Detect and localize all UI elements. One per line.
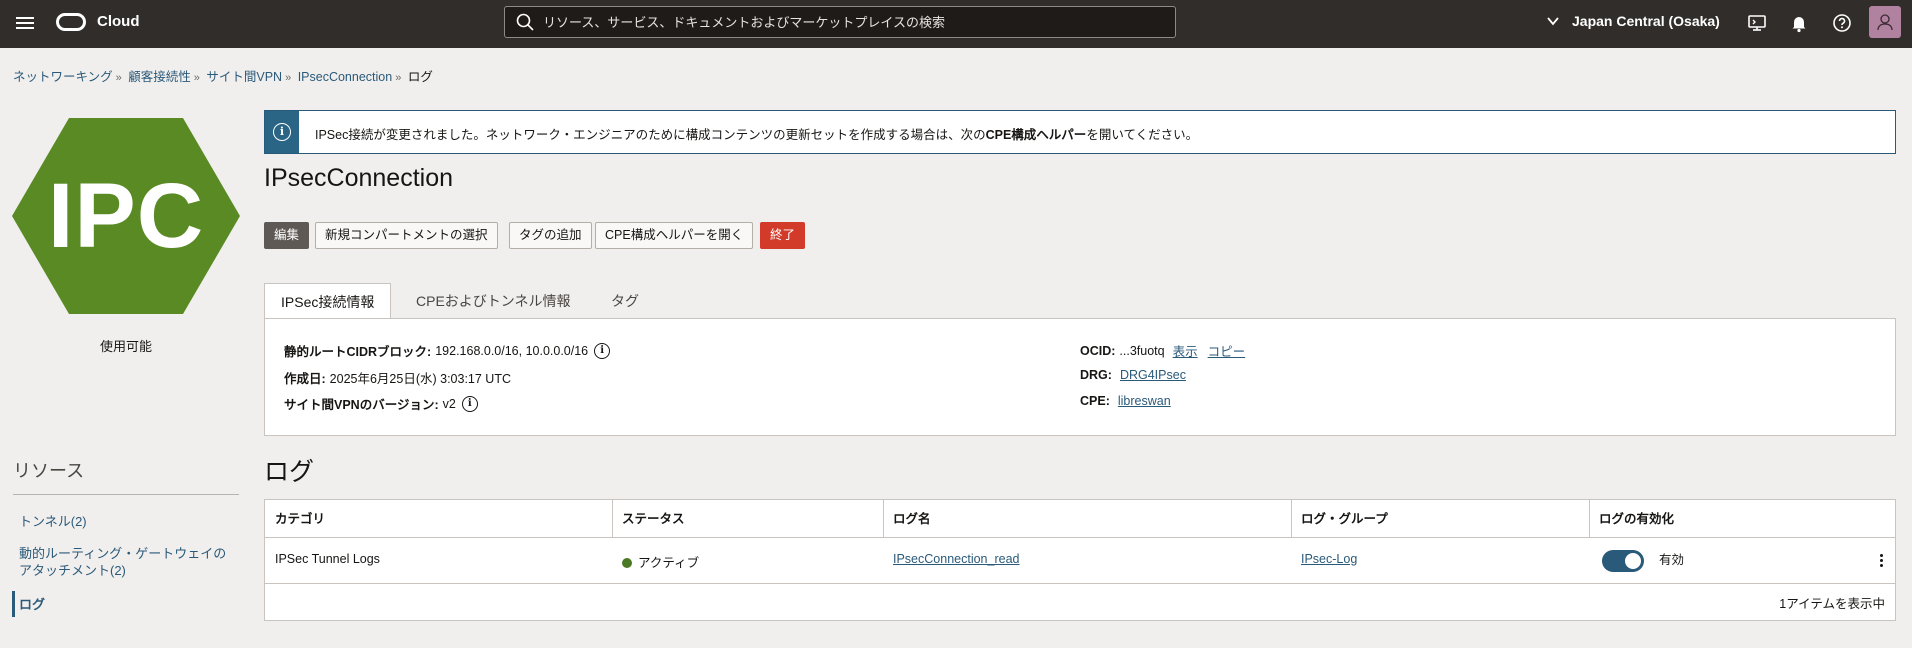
search-icon: [516, 13, 534, 31]
move-compartment-button[interactable]: 新規コンパートメントの選択: [315, 222, 498, 249]
log-name-link[interactable]: IPsecConnection_read: [893, 552, 1019, 566]
toggle-label: 有効: [1659, 553, 1685, 567]
cloud-shell-icon[interactable]: [1747, 13, 1767, 33]
logs-table: カテゴリ ステータス ログ名 ログ・グループ ログの有効化 IPSec Tunn…: [264, 499, 1896, 621]
user-avatar[interactable]: [1869, 6, 1901, 38]
bell-icon[interactable]: [1789, 13, 1809, 33]
add-tags-button[interactable]: タグの追加: [509, 222, 592, 249]
banner-cpe-helper-link[interactable]: CPE構成ヘルパー: [986, 128, 1087, 142]
cpe-label: CPE:: [1080, 394, 1110, 408]
logs-heading: ログ: [264, 458, 315, 486]
static-routes-row: 静的ルートCIDRブロック: 192.168.0.0/16, 10.0.0.0/…: [284, 341, 611, 360]
banner-message: IPSec接続が変更されました。ネットワーク・エンジニアのために構成コンテンツの…: [315, 124, 1198, 143]
toggle-knob: [1625, 553, 1641, 569]
vpn-version-label: サイト間VPNのバージョン:: [284, 398, 439, 412]
ocid-value: ...3fuotq: [1119, 343, 1165, 358]
region-label: Japan Central (Osaka): [1572, 13, 1720, 29]
hamburger-icon[interactable]: [16, 14, 34, 30]
tab-tags[interactable]: タグ: [611, 283, 639, 319]
column-header-status[interactable]: ステータス: [612, 500, 685, 538]
region-selector[interactable]: Japan Central (Osaka): [1546, 13, 1720, 29]
resource-link-logs[interactable]: ログ: [19, 596, 45, 613]
cpe-link[interactable]: libreswan: [1118, 394, 1171, 408]
static-routes-label: 静的ルートCIDRブロック:: [284, 345, 432, 359]
chevron-down-icon: [1547, 17, 1559, 26]
breadcrumb-current: ログ: [407, 70, 433, 84]
log-group-link[interactable]: IPsec-Log: [1301, 552, 1357, 566]
cell-log-group: IPsec-Log: [1301, 552, 1357, 566]
enable-log-toggle[interactable]: [1602, 550, 1644, 572]
cell-status: アクティブ: [622, 552, 699, 571]
cell-log-name: IPsecConnection_read: [893, 552, 1019, 566]
active-indicator: [12, 591, 15, 617]
page-title: IPsecConnection: [264, 164, 454, 192]
breadcrumb-customer-connectivity[interactable]: 顧客接続性: [128, 70, 191, 84]
details-panel: 静的ルートCIDRブロック: 192.168.0.0/16, 10.0.0.0/…: [264, 318, 1896, 436]
breadcrumb: ネットワーキング» 顧客接続性» サイト間VPN» IPsecConnectio…: [13, 70, 433, 84]
resource-link-tunnels[interactable]: トンネル(2): [19, 513, 87, 530]
resources-heading: リソース: [13, 461, 85, 481]
banner-text: IPSec接続が変更されました。ネットワーク・エンジニアのために構成コンテンツの…: [315, 128, 986, 142]
created-row: 作成日: 2025年6月25日(水) 3:03:17 UTC: [284, 368, 511, 387]
ocid-label: OCID:: [1080, 343, 1116, 358]
drg-label: DRG:: [1080, 368, 1112, 382]
info-icon: i: [273, 123, 291, 141]
oracle-logo[interactable]: [56, 13, 86, 31]
created-label: 作成日:: [284, 372, 326, 386]
resource-link-drg-attachments-line1: 動的ルーティング・ゲートウェイの: [19, 546, 227, 561]
search-box[interactable]: [504, 6, 1176, 38]
terminate-button[interactable]: 終了: [760, 222, 806, 249]
tab-cpe-tunnel-info[interactable]: CPEおよびトンネル情報: [416, 283, 571, 319]
item-count: 1アイテムを表示中: [1779, 597, 1885, 611]
static-routes-value: 192.168.0.0/16, 10.0.0.0/16: [435, 343, 589, 358]
ocid-copy-link[interactable]: コピー: [1208, 341, 1246, 360]
table-header-row: カテゴリ ステータス ログ名 ログ・グループ ログの有効化: [265, 500, 1895, 538]
ocid-row: OCID: ...3fuotq 表示 コピー: [1080, 341, 1245, 360]
edit-button[interactable]: 編集: [264, 222, 310, 249]
user-icon: [1877, 14, 1893, 31]
breadcrumb-networking[interactable]: ネットワーキング: [13, 70, 113, 84]
help-icon[interactable]: [1832, 13, 1852, 33]
drg-link[interactable]: DRG4IPsec: [1120, 368, 1186, 382]
resource-abbreviation: IPC: [47, 165, 205, 267]
search-input[interactable]: [543, 14, 1143, 30]
banner-text-end: を開いてください。: [1086, 128, 1199, 142]
resource-hexagon-icon: IPC: [12, 118, 240, 314]
info-banner: i IPSec接続が変更されました。ネットワーク・エンジニアのために構成コンテン…: [264, 110, 1896, 154]
column-header-log-name[interactable]: ログ名: [883, 500, 931, 538]
status-active-dot: [622, 558, 632, 568]
breadcrumb-ipsec-connection[interactable]: IPsecConnection: [298, 70, 393, 84]
info-icon[interactable]: i: [594, 342, 611, 359]
vpn-version-row: サイト間VPNのバージョン: v2 i: [284, 394, 478, 413]
banner-icon-area: i: [265, 111, 299, 153]
tab-ipsec-info[interactable]: IPSec接続情報: [264, 283, 392, 319]
status-text: アクティブ: [638, 556, 700, 570]
info-icon[interactable]: i: [461, 395, 478, 412]
top-bar: Cloud Japan Central (Osaka): [0, 0, 1912, 48]
row-actions-kebab-icon[interactable]: [1878, 552, 1884, 570]
breadcrumb-site-to-site-vpn[interactable]: サイト間VPN: [206, 70, 282, 84]
column-header-category[interactable]: カテゴリ: [265, 500, 325, 538]
cell-category: IPSec Tunnel Logs: [275, 552, 380, 566]
resource-link-drg-attachments-line2: アタッチメント(2): [19, 563, 126, 578]
cpe-row: CPE: libreswan: [1080, 394, 1171, 408]
column-header-enable-log[interactable]: ログの有効化: [1589, 500, 1674, 538]
lifecycle-status: 使用可能: [99, 339, 152, 354]
brand-label[interactable]: Cloud: [97, 13, 140, 30]
column-header-log-group[interactable]: ログ・グループ: [1291, 500, 1388, 538]
row-divider: [265, 583, 1895, 584]
resource-link-drg-attachments[interactable]: 動的ルーティング・ゲートウェイの アタッチメント(2): [19, 545, 226, 579]
drg-row: DRG: DRG4IPsec: [1080, 368, 1186, 382]
created-value: 2025年6月25日(水) 3:03:17 UTC: [329, 372, 512, 386]
ocid-show-link[interactable]: 表示: [1173, 341, 1198, 360]
vpn-version-value: v2: [442, 396, 456, 411]
open-cpe-helper-button[interactable]: CPE構成ヘルパーを開く: [595, 222, 754, 249]
resources-divider: [13, 494, 239, 495]
